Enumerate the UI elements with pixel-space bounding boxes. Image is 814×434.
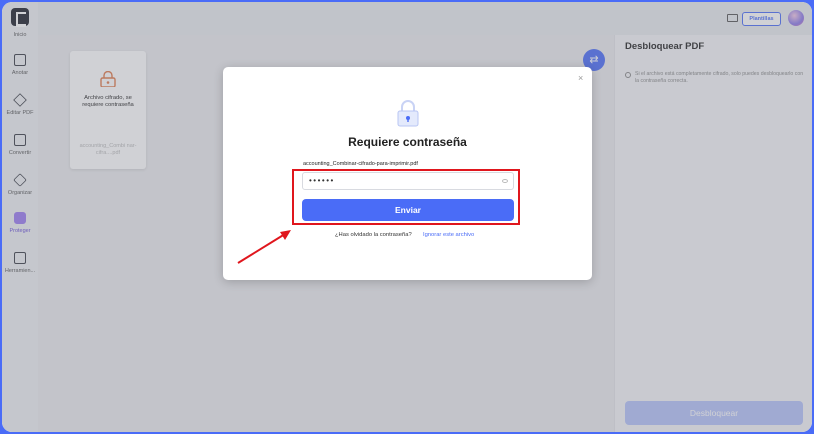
lock-icon [397, 100, 419, 127]
forgot-password-text: ¿Has olvidado la contraseña? [335, 232, 412, 238]
close-icon[interactable]: × [578, 73, 583, 83]
annotation-arrow-icon [237, 230, 291, 264]
dialog-title: Requiere contraseña [348, 135, 467, 149]
file-name-label: accounting_Combinar-cifrado-para-imprimi… [303, 161, 418, 167]
app-window: Inicio Anotar Editar PDF Convertir Organ… [2, 2, 812, 432]
ignore-file-link[interactable]: Ignorar este archivo [423, 232, 474, 238]
highlight-box [292, 169, 520, 225]
